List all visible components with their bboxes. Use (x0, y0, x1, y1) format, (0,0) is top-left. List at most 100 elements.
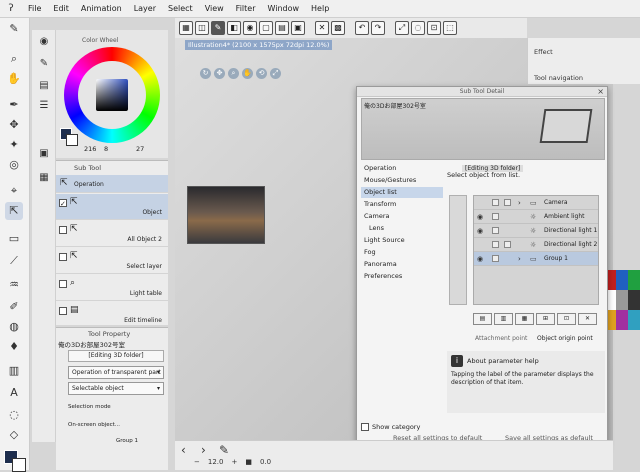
gradient-icon[interactable]: ▥ (5, 362, 23, 380)
pen-icon[interactable]: ✎ (5, 20, 23, 38)
snap-icon[interactable]: ✎ (211, 21, 225, 35)
angle-stop-icon[interactable]: ■ (245, 458, 252, 466)
origin-point-dropdown[interactable]: Object origin point (537, 335, 593, 342)
reset-icon[interactable]: ⟲ (256, 68, 267, 79)
rotate-icon[interactable]: ↻ (200, 68, 211, 79)
chevron-left-icon[interactable]: ‹ (181, 443, 186, 457)
menu-layer[interactable]: Layer (128, 4, 162, 13)
object-button-5[interactable]: ⊡ (557, 313, 576, 325)
nav-object-list[interactable]: Object list (361, 187, 443, 198)
object-button-1[interactable]: ▤ (473, 313, 492, 325)
checkbox-icon[interactable] (492, 213, 499, 220)
checkbox-icon[interactable] (492, 241, 499, 248)
menu-edit[interactable]: Edit (47, 4, 75, 13)
sub-tool-item-edit-timeline[interactable]: ▤ Edit timeline (56, 302, 168, 328)
new-icon[interactable]: ▢ (259, 21, 273, 35)
checkbox-icon[interactable] (492, 227, 499, 234)
magnifier-icon[interactable]: ⌕ (5, 50, 23, 68)
chevron-right-icon[interactable]: › (518, 196, 521, 210)
save-icon[interactable]: ▣ (291, 21, 305, 35)
menu-window[interactable]: Window (261, 4, 305, 13)
menu-view[interactable]: View (199, 4, 230, 13)
object-row-directional-light-2[interactable]: ☼ Directional light 2 (474, 238, 598, 252)
nav-camera[interactable]: Camera (361, 211, 443, 222)
bucket-icon[interactable]: ♦ (5, 338, 23, 356)
layers-panel-icon[interactable]: ▣ (36, 146, 52, 162)
fit-icon[interactable]: ⤢ (270, 68, 281, 79)
object-row-group-1[interactable]: ◉ › ▭ Group 1 (474, 252, 598, 266)
lasso-icon[interactable]: ◎ (5, 156, 23, 174)
select-all-icon[interactable]: ⬚ (443, 21, 457, 35)
redo-icon[interactable]: ↷ (371, 21, 385, 35)
chevron-right-icon[interactable]: › (201, 443, 206, 457)
crop-icon[interactable]: ⊡ (427, 21, 441, 35)
text-icon[interactable]: A (5, 384, 23, 402)
pen-panel-icon[interactable]: ✎ (36, 56, 52, 72)
background-color-swatch[interactable] (66, 134, 78, 146)
checkbox-icon[interactable] (361, 423, 369, 431)
blend-icon[interactable]: ♒ (5, 276, 23, 294)
ruler-icon[interactable]: ◫ (195, 21, 209, 35)
eraser-icon[interactable]: ▭ (5, 230, 23, 248)
object-row-camera[interactable]: › ▭ Camera (474, 196, 598, 210)
zoom-value[interactable]: 12.0 (208, 458, 224, 466)
zoom-icon[interactable]: ⌕ (228, 68, 239, 79)
move-icon[interactable]: ✥ (5, 116, 23, 134)
object-button-3[interactable]: ▦ (515, 313, 534, 325)
selectable-object-dropdown[interactable]: Selectable object (68, 382, 164, 395)
checkbox-icon[interactable] (504, 241, 511, 248)
transparent-part-dropdown[interactable]: Operation of transparent part (68, 366, 164, 379)
show-category-checkbox[interactable]: Show category (361, 423, 420, 431)
move-icon[interactable]: ✥ (214, 68, 225, 79)
brush-icon[interactable]: ⟋ (5, 252, 23, 270)
object-button-2[interactable]: ▥ (494, 313, 513, 325)
grid-icon[interactable]: ▦ (179, 21, 193, 35)
nav-fog[interactable]: Fog (361, 247, 443, 258)
marker-icon[interactable]: ✐ (5, 298, 23, 316)
pan-icon[interactable]: ✋ (242, 68, 253, 79)
color-saturation-square[interactable] (96, 79, 128, 111)
color-set-swatches[interactable] (604, 270, 640, 330)
nav-lens[interactable]: Lens (361, 223, 443, 234)
eye-icon[interactable]: ◉ (477, 210, 483, 224)
lasso-select-icon[interactable]: ⌖ (5, 182, 23, 200)
nav-panorama[interactable]: Panorama (361, 259, 443, 270)
clear-icon[interactable]: ✕ (315, 21, 329, 35)
nav-light-source[interactable]: Light Source (361, 235, 443, 246)
sub-tool-item-all-object[interactable]: ⇱ All Object 2 (56, 221, 168, 247)
balloon-icon[interactable]: ◌ (5, 406, 23, 424)
group-item-label[interactable]: Group 1 (116, 438, 138, 444)
frame-icon[interactable]: ◧ (227, 21, 241, 35)
room-3d-preview[interactable] (187, 186, 265, 244)
sub-tool-group[interactable]: ⇱ Operation (56, 175, 168, 193)
deselect-icon[interactable]: ◌ (411, 21, 425, 35)
close-icon[interactable]: × (597, 87, 604, 97)
eyedropper-icon[interactable]: ✒ (5, 96, 23, 114)
camera-icon[interactable]: ◉ (243, 21, 257, 35)
checkbox-icon[interactable] (492, 199, 499, 206)
camera-panel-icon[interactable]: ◉ (36, 34, 52, 50)
image-panel-icon[interactable]: ▤ (36, 78, 52, 94)
zoom-in-icon[interactable]: + (231, 458, 237, 466)
checkbox-icon[interactable] (492, 255, 499, 262)
palette-panel-icon[interactable]: ▦ (36, 170, 52, 186)
menu-help[interactable]: Help (305, 4, 335, 13)
menu-filter[interactable]: Filter (230, 4, 262, 13)
sub-tool-item-object[interactable]: ✓ ⇱ Object (56, 194, 168, 220)
sub-tool-item-light-table[interactable]: ⌕ Light table (56, 275, 168, 301)
sparkle-icon[interactable]: ✦ (5, 136, 23, 154)
object-tool-icon[interactable]: ⇱ (5, 202, 23, 220)
settings-panel-icon[interactable]: ☰ (36, 98, 52, 114)
object-button-4[interactable]: ⊞ (536, 313, 555, 325)
object-row-ambient-light[interactable]: ◉ ☼ Ambient light (474, 210, 598, 224)
color-wheel-ring[interactable] (64, 47, 160, 143)
chevron-right-icon[interactable]: › (518, 252, 521, 266)
figure-icon[interactable]: ◍ (5, 318, 23, 336)
open-icon[interactable]: ▤ (275, 21, 289, 35)
fill-icon[interactable]: ▩ (331, 21, 345, 35)
menu-select[interactable]: Select (162, 4, 199, 13)
checkbox-icon[interactable] (504, 199, 511, 206)
transform-icon[interactable]: ⤢ (395, 21, 409, 35)
object-row-directional-light-1[interactable]: ◉ ☼ Directional light 1 (474, 224, 598, 238)
ruler-tool-icon[interactable]: ◇ (5, 426, 23, 444)
